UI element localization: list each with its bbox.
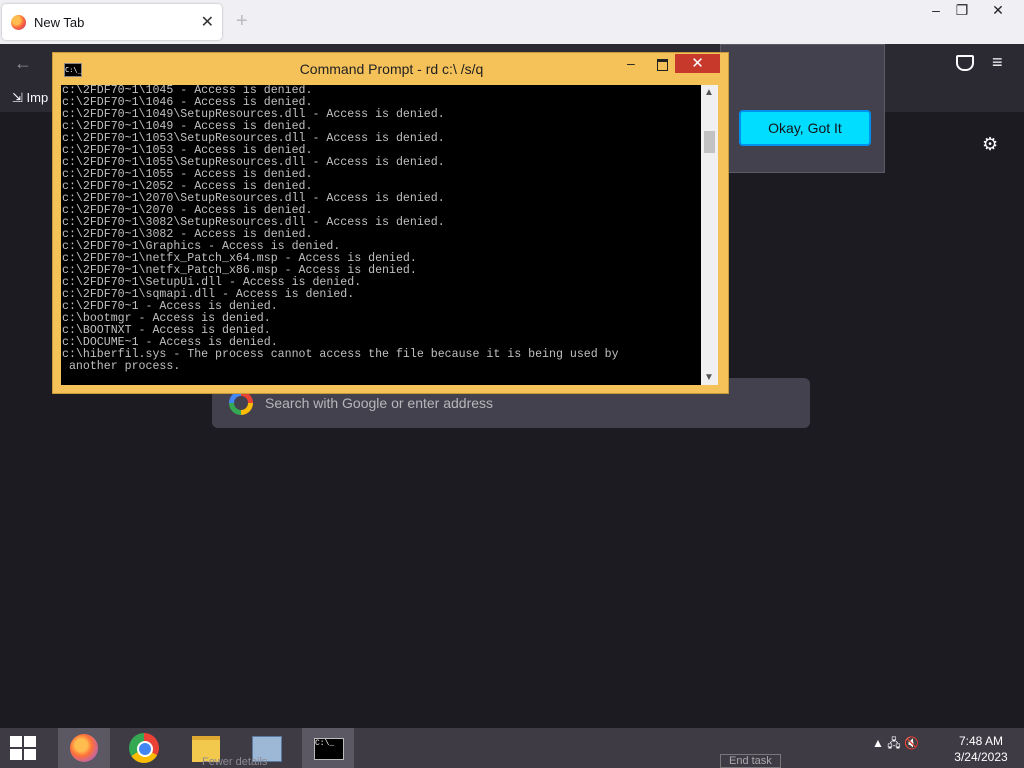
command-prompt-window[interactable]: C:\_ Command Prompt - rd c:\ /s/q – ✕ c:… — [52, 52, 729, 394]
clock-time: 7:48 AM — [958, 734, 1004, 748]
okay-got-it-button[interactable]: Okay, Got It — [739, 110, 871, 146]
hamburger-menu-icon[interactable]: ≡ — [992, 52, 1003, 73]
search-placeholder: Search with Google or enter address — [265, 395, 494, 411]
firefox-icon — [11, 15, 26, 30]
task-manager-ghost: Fewer details End task — [180, 728, 810, 768]
network-icon[interactable]: 🖧 — [887, 736, 900, 750]
google-icon — [229, 391, 253, 415]
firefox-icon — [70, 734, 98, 762]
windows-logo-icon — [10, 736, 22, 747]
gear-icon[interactable]: ⚙ — [982, 134, 998, 155]
scroll-thumb[interactable] — [704, 131, 715, 153]
system-tray: ▲ 🖧 🔇 — [872, 734, 919, 755]
close-button[interactable]: ✕ — [986, 2, 1010, 19]
speaker-muted-icon[interactable]: 🔇 — [904, 736, 919, 750]
notification-popup — [720, 44, 885, 173]
console-scrollbar[interactable]: ▲ ▼ — [701, 85, 718, 385]
back-arrow-icon[interactable]: ← — [14, 53, 32, 74]
tab-strip: New Tab ✕ + – ❐ ✕ — [0, 0, 1024, 44]
import-bookmarks-label: Imp — [26, 90, 49, 105]
cmd-close-button[interactable]: ✕ — [675, 54, 720, 73]
tab-title: New Tab — [34, 15, 85, 30]
scroll-down-arrow-icon[interactable]: ▼ — [704, 372, 714, 383]
console-line: another process. — [62, 360, 181, 373]
clock-date: 3/24/2023 — [954, 750, 1008, 764]
taskbar-chrome[interactable] — [117, 728, 169, 768]
tab-new-tab[interactable]: New Tab ✕ — [2, 4, 222, 40]
taskbar-firefox[interactable] — [58, 728, 110, 768]
restore-button[interactable]: ❐ — [950, 2, 974, 19]
end-task-button: End task — [720, 754, 781, 768]
new-tab-button[interactable]: + — [236, 10, 248, 33]
fewer-details-label: Fewer details — [202, 756, 268, 768]
console-output[interactable]: c:\2FDF70~1\1045 - Access is denied. c:\2… — [61, 85, 701, 385]
clock[interactable]: 7:48 AM 3/24/2023 — [944, 733, 1018, 765]
cmd-maximize-button[interactable] — [657, 59, 668, 71]
import-bookmarks-item[interactable]: ⇲ Imp — [12, 90, 48, 106]
pocket-icon[interactable] — [956, 55, 974, 71]
cmd-minimize-button[interactable]: – — [627, 55, 635, 71]
minimize-button[interactable]: – — [924, 2, 948, 18]
start-button[interactable] — [10, 736, 38, 762]
chrome-icon — [129, 733, 159, 763]
tray-arrow-icon[interactable]: ▲ — [872, 736, 884, 750]
tab-close-icon[interactable]: ✕ — [201, 12, 214, 32]
scroll-up-arrow-icon[interactable]: ▲ — [704, 87, 714, 98]
